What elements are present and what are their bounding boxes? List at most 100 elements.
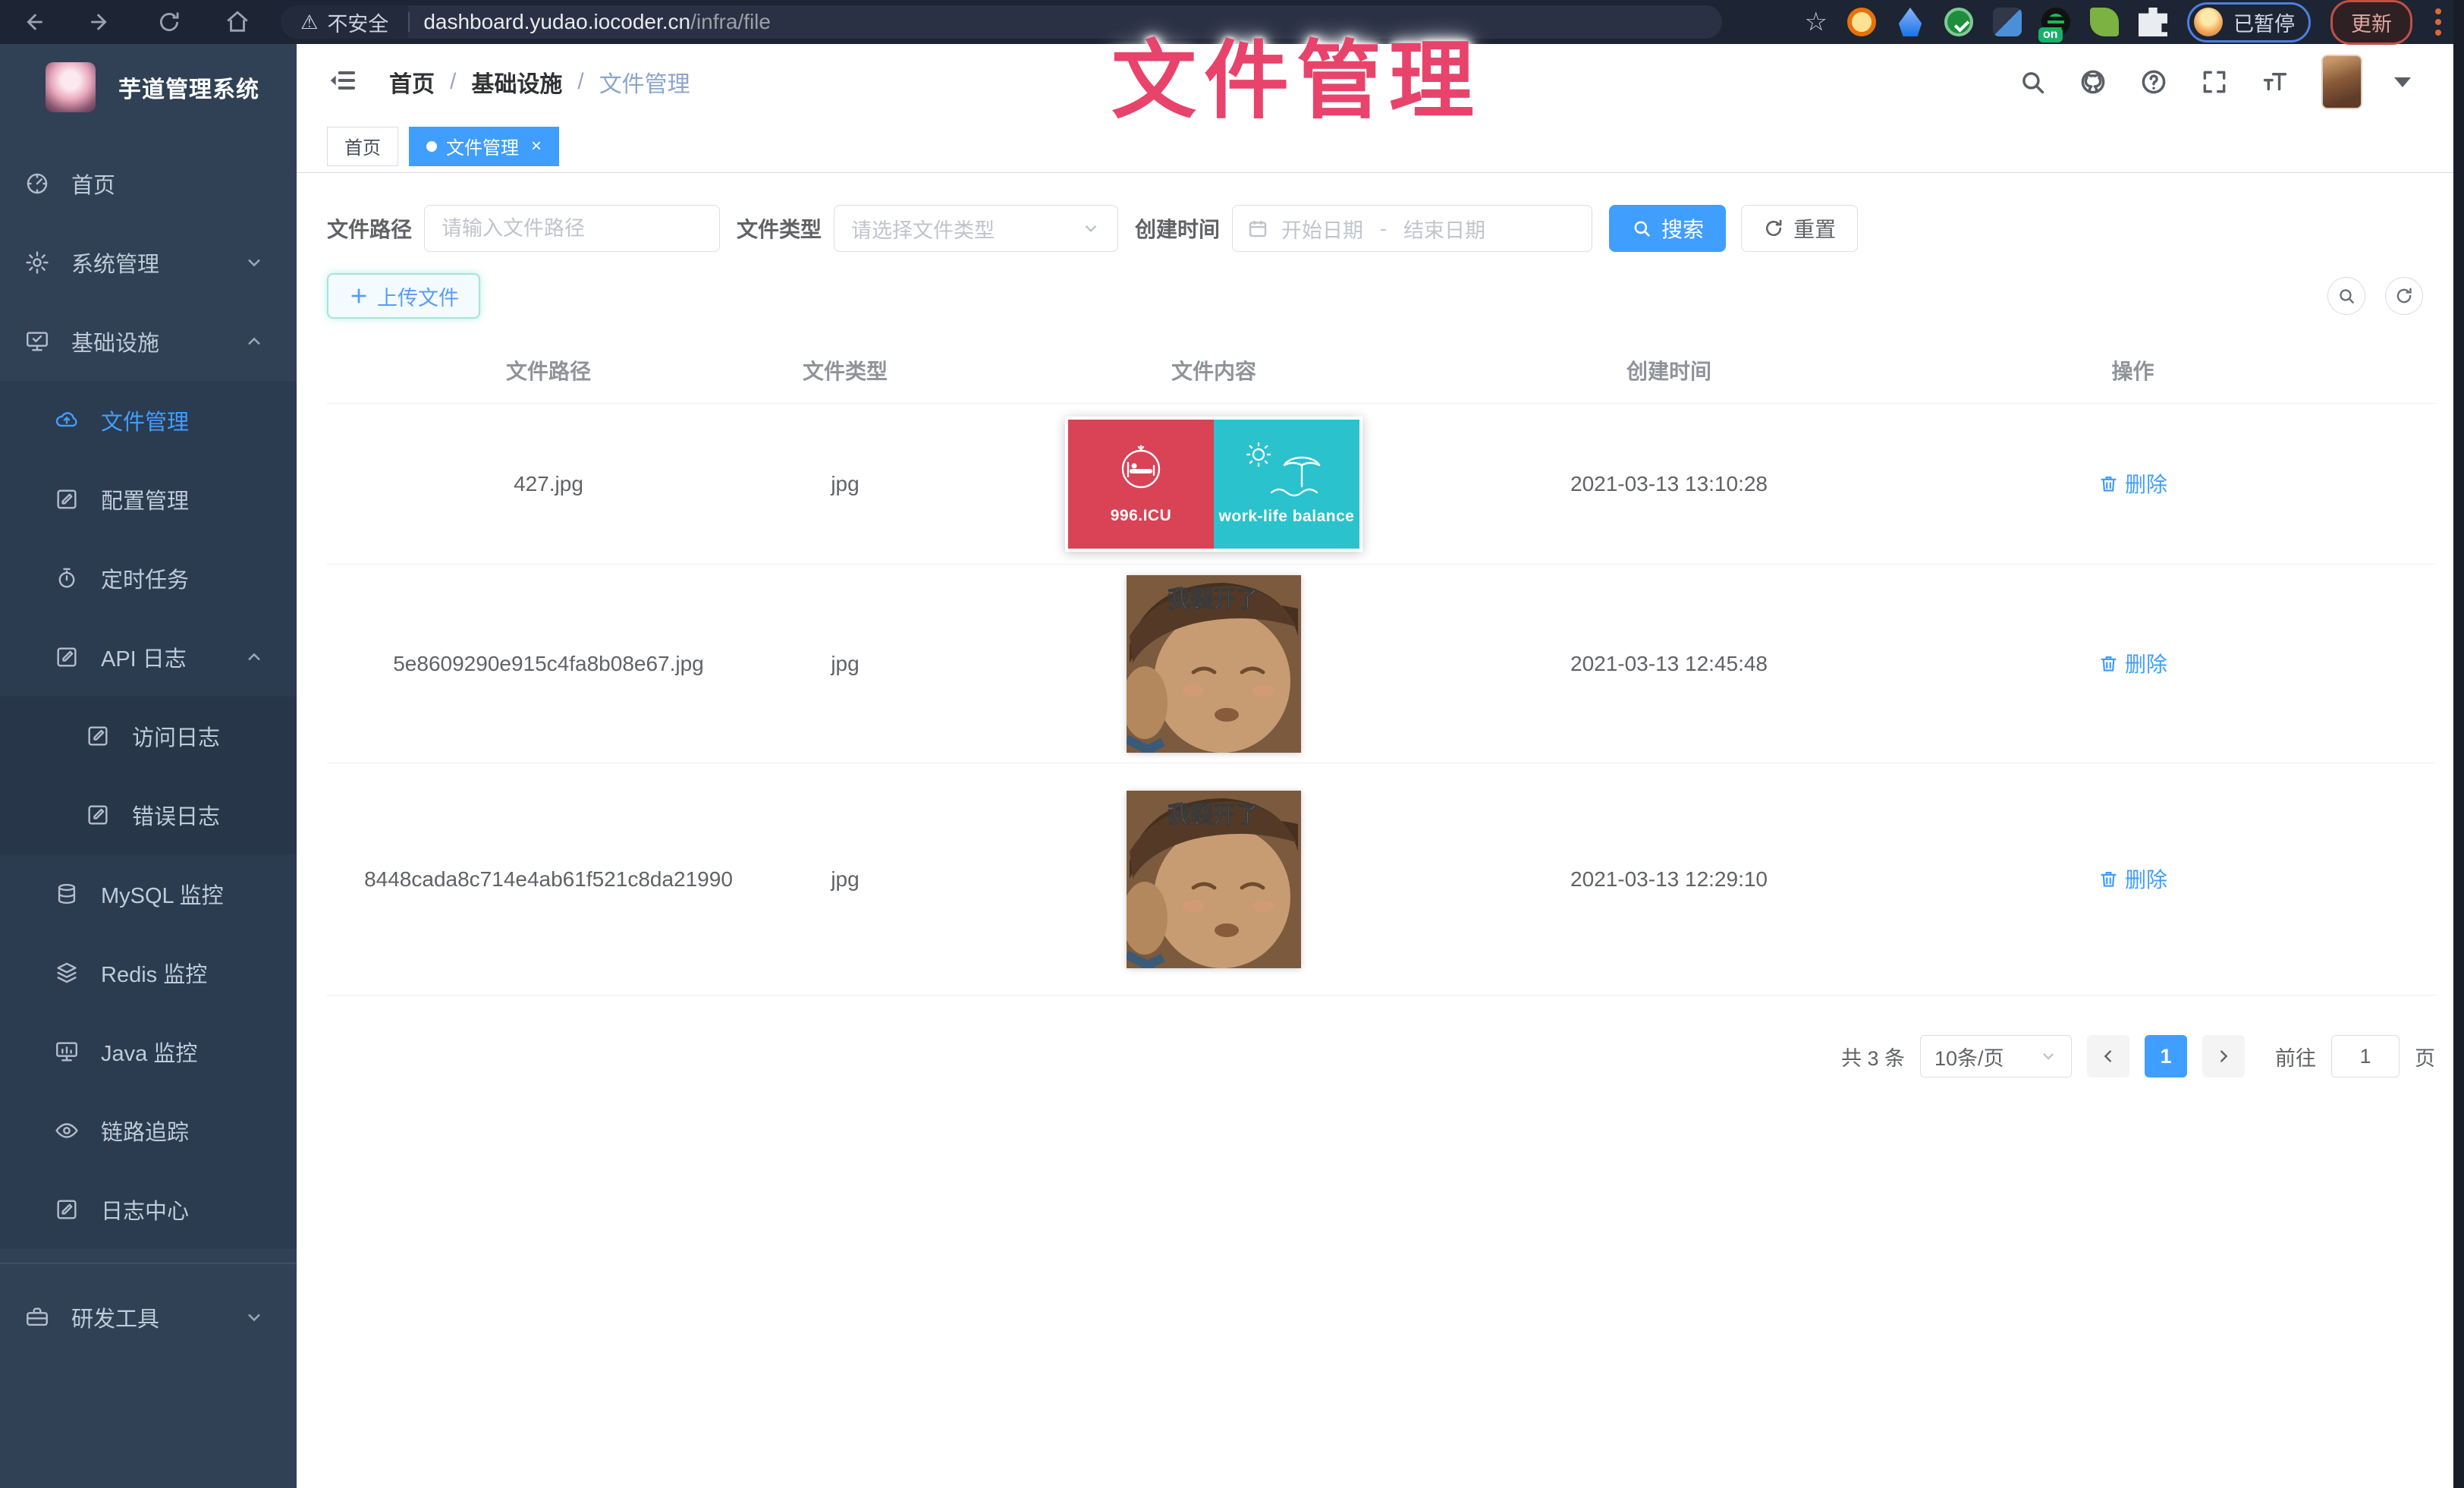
col-header-path: 文件路径 [327,355,770,385]
cell-created-time: 2021-03-13 12:45:48 [1507,652,1831,676]
window-right-edge [2453,0,2464,1488]
cell-created-time: 2021-03-13 12:29:10 [1507,867,1831,892]
layers-icon [54,960,80,986]
search-icon [2337,286,2356,306]
tag-home[interactable]: 首页 [327,127,398,166]
forward-icon[interactable] [88,9,114,35]
page-unit-label: 页 [2415,1042,2435,1071]
extension-icon-4[interactable] [1993,8,2022,36]
main-area: 首页 / 基础设施 / 文件管理 首页 文件管理 × [297,44,2453,1488]
trash-icon [2098,473,2119,494]
refresh-table-button[interactable] [2385,277,2423,315]
cell-file-content: 我裂开了 [920,791,1507,968]
create-time-label: 创建时间 [1135,213,1220,244]
next-page-button[interactable] [2202,1035,2245,1077]
total-count: 共 3 条 [1841,1042,1905,1071]
database-icon [54,881,80,907]
file-thumbnail-meme[interactable]: 我裂开了 [1127,575,1301,753]
reset-button[interactable]: 重置 [1741,205,1858,252]
sidebar-item-file-manage[interactable]: 文件管理 [0,381,297,460]
trash-icon [2098,869,2119,889]
file-thumbnail-meme[interactable]: 我裂开了 [1127,791,1301,968]
delete-button[interactable]: 删除 [2098,648,2167,678]
font-size-icon[interactable] [2261,68,2290,96]
search-icon[interactable] [2018,68,2047,96]
trash-icon [2098,653,2119,674]
reload-icon[interactable] [156,9,182,35]
sidebar-item-infra[interactable]: 基础设施 [0,302,297,381]
file-thumbnail-996icu[interactable]: 996.ICU work-life balance [1065,417,1362,552]
table-row: 5e8609290e915c4fa8b08e67.jpg jpg [327,565,2435,763]
sidebar-item-error-log[interactable]: 错误日志 [0,775,297,854]
pagination: 共 3 条 10条/页 1 前往 页 [327,1035,2435,1077]
delete-button[interactable]: 删除 [2098,864,2167,894]
sidebar-item-redis[interactable]: Redis 监控 [0,933,297,1012]
sidebar-menu: 首页 系统管理 基础设施 文件管理 配置管理 [0,144,297,1357]
home-icon[interactable] [225,9,250,35]
prev-page-button[interactable] [2087,1035,2129,1077]
cell-file-path: 427.jpg [327,472,770,496]
profile-paused-pill[interactable]: 已暂停 [2187,2,2311,42]
goto-page-input[interactable] [2331,1035,2400,1077]
sidebar-item-config[interactable]: 配置管理 [0,460,297,539]
sidebar-item-access-log[interactable]: 访问日志 [0,697,297,775]
delete-button[interactable]: 删除 [2098,468,2167,499]
col-header-created: 创建时间 [1507,355,1831,385]
breadcrumb: 首页 / 基础设施 / 文件管理 [389,65,690,99]
gear-icon [24,250,50,275]
plus-icon [348,285,369,307]
update-button[interactable]: 更新 [2330,0,2412,45]
on-badge: on [2038,27,2063,42]
sidebar-item-log-center[interactable]: 日志中心 [0,1170,297,1249]
bookmark-star-icon[interactable]: ☆ [1805,8,1828,36]
fullscreen-icon[interactable] [2200,68,2229,96]
breadcrumb-home[interactable]: 首页 [389,65,435,99]
sidebar-fold-icon[interactable] [327,65,357,99]
github-icon[interactable] [2079,68,2107,96]
sidebar-item-home[interactable]: 首页 [0,144,297,223]
extension-icon-3[interactable] [1944,8,1973,36]
address-bar[interactable]: ⚠ 不安全 dashboard.yudao.iocoder.cn/infra/f… [281,5,1722,39]
user-caret-icon[interactable] [2394,77,2411,87]
sidebar-item-system[interactable]: 系统管理 [0,223,297,302]
file-type-select[interactable]: 请选择文件类型 [834,205,1118,252]
url-text: dashboard.yudao.iocoder.cn/infra/file [423,10,771,34]
tag-close-icon[interactable]: × [531,137,542,156]
upload-file-button[interactable]: 上传文件 [327,273,480,319]
extensions-puzzle-icon[interactable] [2139,8,2167,36]
sidebar-item-trace[interactable]: 链路追踪 [0,1091,297,1170]
date-range-picker[interactable]: 开始日期 - 结束日期 [1232,205,1592,252]
back-icon[interactable] [20,9,46,35]
sidebar-item-api-log[interactable]: API 日志 [0,618,297,697]
monitor-chart-icon [54,1039,80,1065]
col-header-content: 文件内容 [920,355,1507,385]
chevron-right-icon [2215,1048,2232,1065]
tag-file-manage[interactable]: 文件管理 × [409,127,559,166]
security-label: 不安全 [327,8,388,37]
sidebar-item-mysql[interactable]: MySQL 监控 [0,854,297,933]
browser-menu-icon[interactable] [2432,8,2444,36]
page-size-select[interactable]: 10条/页 [1920,1035,2072,1077]
help-icon[interactable] [2139,68,2168,96]
security-chip[interactable]: ⚠ 不安全 [281,5,408,39]
sidebar-item-job[interactable]: 定时任务 [0,539,297,618]
search-button[interactable]: 搜索 [1609,205,1726,252]
sidebar-item-java[interactable]: Java 监控 [0,1012,297,1091]
file-path-label: 文件路径 [327,213,412,244]
monitor-check-icon [24,329,50,354]
page-number-active[interactable]: 1 [2145,1035,2187,1077]
calendar-icon [1246,217,1269,240]
extension-icon-6[interactable] [2090,8,2119,36]
extension-icon-5[interactable]: on [2041,8,2070,36]
col-header-actions: 操作 [1831,355,2435,385]
breadcrumb-infra[interactable]: 基础设施 [471,65,562,99]
app-logo-row[interactable]: 芋道管理系统 [0,44,297,127]
extension-icon-1[interactable] [1847,8,1876,36]
divider [0,1263,297,1264]
sidebar-item-dev-tools[interactable]: 研发工具 [0,1278,297,1357]
file-path-input[interactable] [424,205,720,252]
extension-icon-2[interactable] [1896,8,1925,36]
tags-view: 首页 文件管理 × [297,120,2453,173]
toggle-search-button[interactable] [2327,277,2365,315]
user-avatar[interactable] [2321,55,2362,109]
